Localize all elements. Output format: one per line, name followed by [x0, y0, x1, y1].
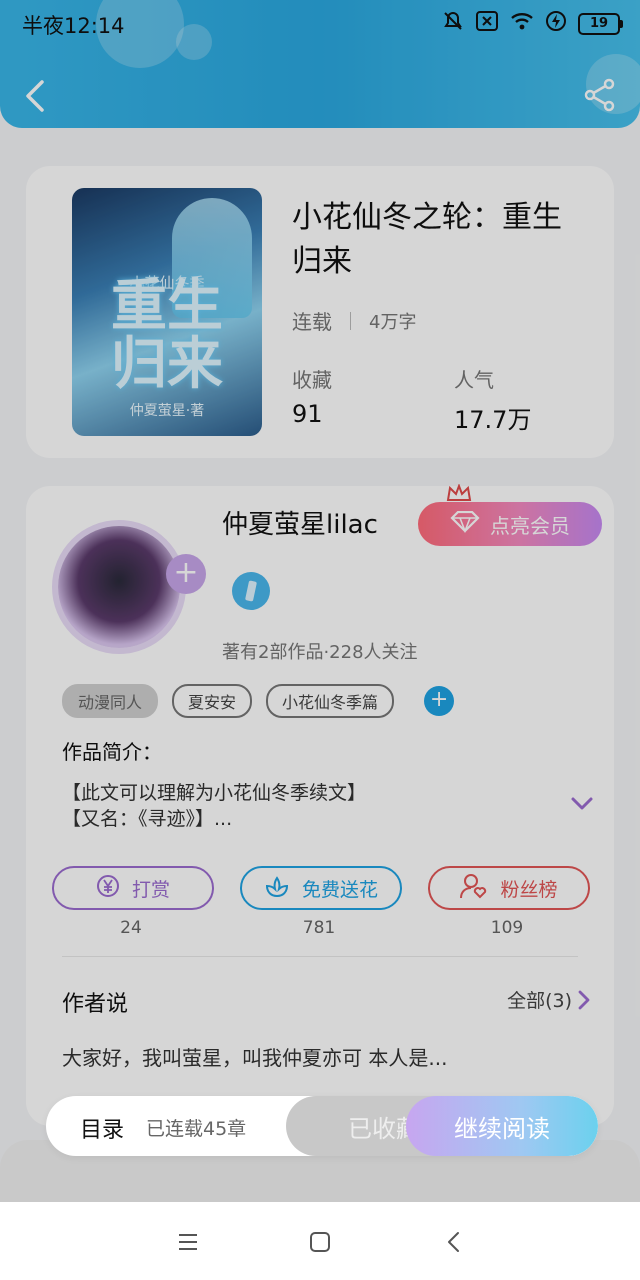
book-detail-page: 半夜12:14 19 小花仙冬季 重生归来 仲夏萤星·著 小花仙冬之轮：重生归来…: [0, 0, 640, 1202]
chevron-down-icon[interactable]: [570, 796, 594, 812]
author-card: + 仲夏萤星lilac 点亮会员 著有2部作品·228人关注 动漫同人 夏安安 …: [26, 484, 614, 1126]
tag-item[interactable]: 动漫同人: [62, 684, 159, 718]
author-says-label: 作者说: [62, 992, 129, 1017]
intro-line: 【此文可以理解为小花仙冬季续文】: [62, 782, 367, 804]
bottom-action-bar: 目录 已连载45章 已收藏 继续阅读: [46, 1096, 598, 1156]
charging-icon: [546, 10, 566, 37]
intro-label: 作品简介：: [62, 740, 162, 764]
status-time: 半夜12:14: [22, 14, 125, 38]
cover-title: 重生归来: [111, 274, 223, 397]
wifi-icon: [510, 11, 534, 36]
favorites-value: 91: [292, 400, 323, 428]
book-cover[interactable]: 小花仙冬季 重生归来 仲夏萤星·著: [72, 188, 262, 436]
chapter-count: 已连载45章: [146, 1118, 247, 1140]
status-icons: 19: [442, 10, 623, 37]
author-says-all-label: 全部(3): [507, 990, 572, 1012]
intro-text[interactable]: 【此文可以理解为小花仙冬季续文】 【又名：《寻迹》】...: [62, 780, 366, 832]
author-badge-icon: [232, 572, 270, 610]
add-tag-button[interactable]: +: [424, 686, 455, 716]
catalog-button[interactable]: 目录: [80, 1112, 124, 1144]
book-status: 连载: [292, 310, 332, 334]
cover-author: 仲夏萤星·著: [129, 403, 205, 419]
system-nav-bar: [0, 1202, 640, 1280]
author-says-text[interactable]: 大家好，我叫萤星，叫我仲夏亦可 本人是...: [62, 1042, 447, 1071]
crown-icon: [446, 484, 472, 501]
intro-line: 【又名：《寻迹》】...: [62, 808, 233, 830]
vip-button[interactable]: 点亮会员: [418, 502, 602, 546]
popularity-label: 人气: [454, 368, 494, 392]
author-avatar-wrap: +: [52, 512, 206, 652]
book-title: 小花仙冬之轮：重生归来: [292, 200, 562, 279]
popularity-value: 17.7万: [454, 406, 532, 434]
fan-count: 109: [490, 918, 524, 938]
author-name[interactable]: 仲夏萤星lilac: [222, 504, 378, 541]
tip-button[interactable]: 打赏: [52, 866, 214, 910]
share-button[interactable]: [584, 78, 616, 112]
sim-x-icon: [476, 11, 498, 36]
author-says-all-link[interactable]: 全部(3): [507, 986, 590, 1013]
word-count: 4万字: [369, 311, 417, 333]
favorites-label: 收藏: [292, 368, 332, 392]
meta-divider: [350, 311, 351, 330]
author-stats: 著有2部作品·228人关注: [222, 642, 418, 663]
fan-ranking-button[interactable]: 粉丝榜: [428, 866, 590, 910]
fan-ranking-label: 粉丝榜: [500, 878, 558, 901]
yen-icon: [96, 874, 120, 903]
send-flower-label: 免费送花: [301, 878, 378, 901]
vip-label: 点亮会员: [490, 513, 570, 538]
divider: [62, 956, 578, 957]
continue-reading-button[interactable]: 继续阅读: [406, 1096, 598, 1156]
diamond-icon: [450, 510, 480, 538]
mute-icon: [442, 10, 464, 37]
avatar[interactable]: [58, 526, 180, 648]
back-triangle-icon[interactable]: [442, 1230, 466, 1254]
home-square-icon[interactable]: [308, 1230, 332, 1254]
send-flower-button[interactable]: 免费送花: [240, 866, 402, 910]
chevron-right-icon: [578, 990, 590, 1009]
book-meta: 连载 4万字: [292, 306, 416, 335]
battery-icon: 19: [578, 12, 623, 35]
decor-bubble: [176, 24, 212, 60]
header: 半夜12:14 19: [0, 0, 640, 128]
menu-icon[interactable]: [176, 1230, 200, 1254]
flower-icon: [264, 874, 290, 903]
tag-list: 动漫同人 夏安安 小花仙冬季篇 +: [62, 684, 455, 718]
follow-plus-button[interactable]: +: [166, 554, 206, 594]
tag-item[interactable]: 夏安安: [172, 684, 253, 718]
tip-count: 24: [120, 918, 142, 938]
user-heart-icon: [460, 873, 488, 904]
tag-item[interactable]: 小花仙冬季篇: [266, 684, 395, 718]
book-info-card: 小花仙冬季 重生归来 仲夏萤星·著 小花仙冬之轮：重生归来 连载 4万字 收藏 …: [26, 166, 614, 458]
back-button[interactable]: [22, 76, 50, 116]
tip-label: 打赏: [131, 878, 170, 901]
flower-count: 781: [302, 918, 336, 938]
